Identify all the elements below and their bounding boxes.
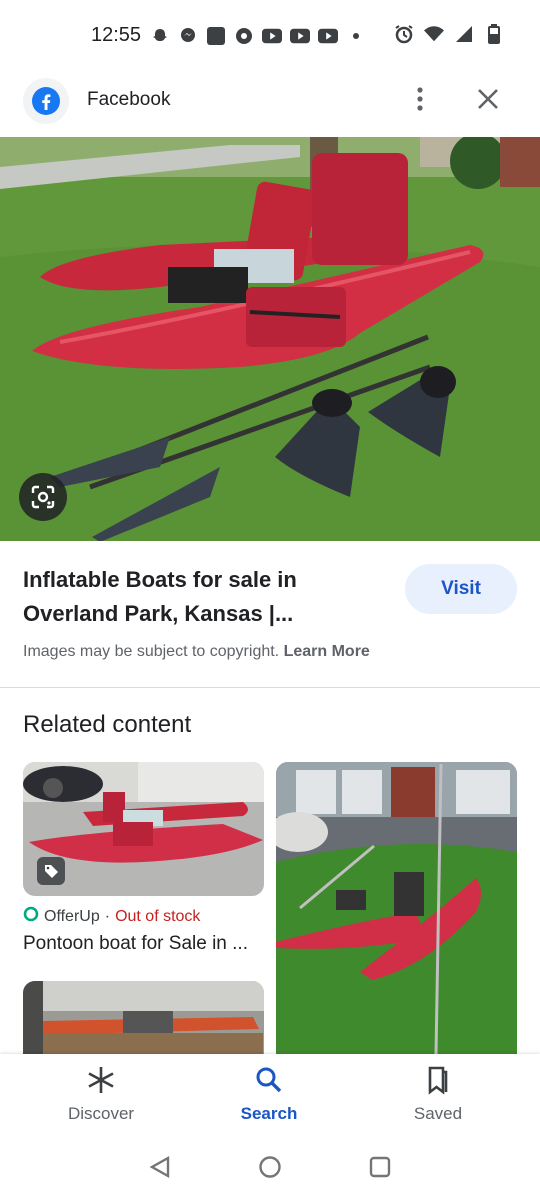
nav-discover-label: Discover — [67, 1104, 135, 1123]
status-bar: 12:55 — [0, 0, 540, 72]
hero-image[interactable] — [0, 137, 540, 541]
close-icon[interactable] — [474, 85, 502, 113]
notification-icons — [150, 26, 366, 46]
nav-saved-label: Saved — [413, 1104, 463, 1123]
nav-saved[interactable]: Saved — [378, 1064, 498, 1124]
offerup-icon — [23, 906, 39, 927]
signal-icon — [454, 24, 474, 44]
asterisk-icon — [41, 1064, 161, 1096]
visit-button[interactable]: Visit — [405, 564, 517, 614]
messenger-icon — [178, 26, 198, 46]
search-icon — [209, 1064, 329, 1096]
recents-icon[interactable] — [368, 1155, 392, 1184]
dot-icon — [346, 26, 366, 46]
card1-title[interactable]: Pontoon boat for Sale in ... — [23, 933, 263, 955]
alarm-icon — [394, 24, 414, 44]
copyright-text: Images may be subject to copyright. — [23, 643, 280, 660]
card1-source: OfferUp — [44, 907, 100, 925]
nav-discover[interactable]: Discover — [41, 1064, 161, 1124]
system-icons — [394, 24, 504, 44]
youtube-icon — [290, 26, 310, 46]
bottom-navigation: Discover Search Saved — [0, 1054, 540, 1136]
snapchat-icon — [150, 26, 170, 46]
threads-icon — [234, 26, 254, 46]
learn-more-link[interactable]: Learn More — [284, 643, 370, 660]
bookmark-icon — [378, 1064, 498, 1096]
copyright-notice: Images may be subject to copyright. Lear… — [23, 643, 370, 661]
app-icon — [206, 26, 226, 46]
google-lens-icon[interactable] — [19, 473, 67, 521]
card1-source-line: OfferUp · Out of stock — [23, 906, 200, 927]
nav-search[interactable]: Search — [209, 1064, 329, 1124]
related-card-image-3[interactable] — [23, 981, 264, 1054]
site-name[interactable]: Facebook — [87, 89, 170, 111]
youtube-icon — [318, 26, 338, 46]
more-vert-icon[interactable] — [408, 84, 432, 114]
nav-search-label: Search — [240, 1104, 298, 1123]
facebook-logo-icon[interactable] — [23, 78, 69, 124]
related-card-image-2[interactable] — [276, 762, 517, 1054]
wifi-icon — [424, 24, 444, 44]
status-time: 12:55 — [91, 24, 142, 46]
result-title[interactable]: Inflatable Boats for sale in Overland Pa… — [23, 563, 363, 631]
tag-icon — [37, 857, 65, 885]
divider — [0, 687, 540, 688]
battery-icon — [484, 24, 504, 44]
youtube-icon — [262, 26, 282, 46]
card1-separator: · — [104, 907, 111, 925]
home-icon[interactable] — [258, 1155, 282, 1184]
system-navigation — [0, 1136, 540, 1200]
card1-stock-status: Out of stock — [115, 907, 201, 925]
back-icon[interactable] — [148, 1155, 172, 1184]
related-heading: Related content — [23, 711, 192, 738]
source-header: Facebook — [0, 72, 540, 128]
